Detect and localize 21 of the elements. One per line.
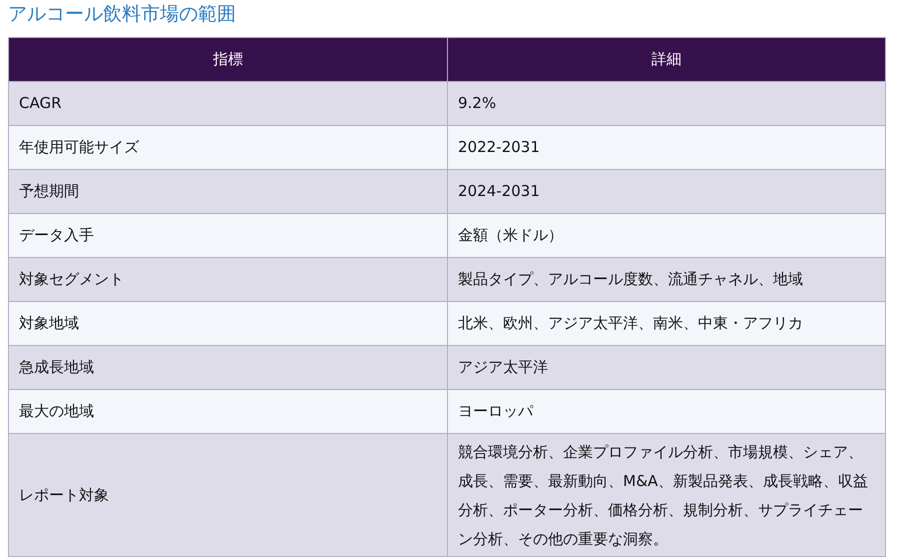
table-cell: 金額（米ドル） bbox=[448, 214, 886, 258]
table-cell: アジア太平洋 bbox=[448, 346, 886, 390]
page-heading: アルコール飲料市場の範囲 bbox=[8, 2, 237, 27]
column-header: 詳細 bbox=[448, 38, 886, 82]
table-cell: 対象セグメント bbox=[8, 258, 448, 302]
table-cell: 最大の地域 bbox=[8, 390, 448, 434]
table-cell: 年使用可能サイズ bbox=[8, 126, 448, 170]
table-cell: 北米、欧州、アジア太平洋、南米、中東・アフリカ bbox=[448, 302, 886, 346]
table-cell: 競合環境分析、企業プロファイル分析、市場規模、シェア、成長、需要、最新動向、M&A、新製品発表、成長戦略、収益分析、ポーター分析、価格分析、規制分析、サプライチェーン分析、その他の重要な洞察。 bbox=[448, 434, 886, 556]
table-cell: 2024-2031 bbox=[448, 170, 886, 214]
table-cell: レポート対象 bbox=[8, 434, 448, 556]
table-cell: 予想期間 bbox=[8, 170, 448, 214]
table-cell: 対象地域 bbox=[8, 302, 448, 346]
column-header: 指標 bbox=[8, 38, 448, 82]
table-cell: データ入手 bbox=[8, 214, 448, 258]
table-cell: 製品タイプ、アルコール度数、流通チャネル、地域 bbox=[448, 258, 886, 302]
table-cell: 9.2% bbox=[448, 82, 886, 126]
table-cell: 2022-2031 bbox=[448, 126, 886, 170]
table-cell: CAGR bbox=[8, 82, 448, 126]
table-cell: 急成長地域 bbox=[8, 346, 448, 390]
table-cell: ヨーロッパ bbox=[448, 390, 886, 434]
